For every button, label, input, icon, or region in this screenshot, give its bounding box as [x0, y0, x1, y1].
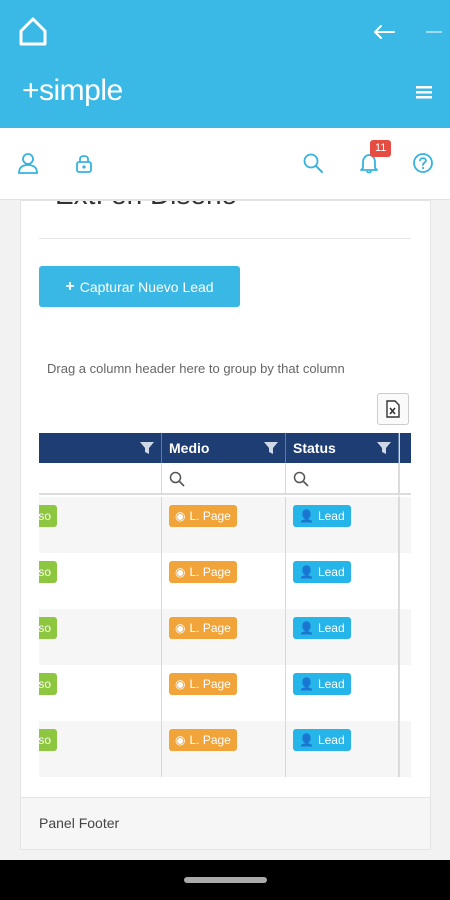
capture-new-lead-button[interactable]: + Capturar Nuevo Lead	[39, 266, 240, 307]
status-badge: 👤 Lead	[293, 505, 351, 527]
app-top-bar	[0, 0, 450, 62]
brand-bar: +simple	[0, 62, 450, 128]
search-icon[interactable]	[302, 152, 324, 174]
lock-icon[interactable]	[73, 152, 95, 174]
panel-footer: Panel Footer	[21, 797, 430, 849]
app-logo: +simple	[22, 74, 123, 107]
system-nav-bar	[0, 860, 450, 900]
grid-header: Medio Status	[39, 433, 411, 463]
search-icon	[293, 471, 309, 487]
filter-cell-source[interactable]	[39, 463, 162, 495]
column-header-medio[interactable]: Medio	[162, 433, 286, 463]
search-icon	[169, 471, 185, 487]
funnel-icon[interactable]	[376, 440, 392, 456]
column-header-source[interactable]	[39, 433, 162, 463]
home-icon[interactable]	[16, 14, 50, 48]
excel-export-icon	[386, 400, 400, 418]
user-icon: 👤	[299, 565, 314, 579]
group-by-hint: Drag a column header here to group by th…	[47, 361, 345, 376]
help-icon[interactable]	[412, 152, 434, 174]
user-icon: 👤	[299, 677, 314, 691]
user-icon: 👤	[299, 621, 314, 635]
user-icon[interactable]	[17, 152, 39, 174]
user-icon: 👤	[299, 509, 314, 523]
table-row[interactable]: so ◉ L. Page 👤 Lead	[39, 497, 411, 553]
status-badge: 👤 Lead	[293, 729, 351, 751]
leads-grid: Medio Status so ◉ L. Page 👤 Lead so ◉ L.…	[39, 433, 411, 777]
table-row[interactable]: so ◉ L. Page 👤 Lead	[39, 553, 411, 609]
target-icon: ◉	[175, 565, 186, 579]
page-title: Ext. en Diseño	[55, 201, 237, 211]
source-badge: so	[39, 505, 57, 527]
filter-cell-status[interactable]	[286, 463, 399, 495]
medio-badge: ◉ L. Page	[169, 729, 237, 751]
export-excel-button[interactable]	[377, 393, 409, 425]
status-badge: 👤 Lead	[293, 617, 351, 639]
arrow-left-icon[interactable]	[372, 22, 396, 42]
medio-badge: ◉ L. Page	[169, 561, 237, 583]
filter-row	[39, 463, 411, 495]
grid-scroll-column[interactable]	[399, 433, 411, 777]
source-badge: so	[39, 729, 57, 751]
source-badge: so	[39, 673, 57, 695]
medio-badge: ◉ L. Page	[169, 505, 237, 527]
notification-badge: 11	[370, 140, 392, 157]
medio-badge: ◉ L. Page	[169, 673, 237, 695]
forward-icon[interactable]	[424, 22, 444, 42]
medio-badge: ◉ L. Page	[169, 617, 237, 639]
panel-footer-text: Panel Footer	[39, 815, 120, 831]
table-row[interactable]: so ◉ L. Page 👤 Lead	[39, 721, 411, 777]
table-row[interactable]: so ◉ L. Page 👤 Lead	[39, 665, 411, 721]
source-badge: so	[39, 617, 57, 639]
divider	[39, 238, 411, 239]
leads-panel: Ext. en Diseño + Capturar Nuevo Lead Dra…	[20, 200, 431, 850]
hamburger-icon[interactable]	[414, 82, 434, 102]
home-gesture-handle[interactable]	[184, 877, 267, 883]
icon-toolbar	[0, 128, 450, 200]
funnel-icon[interactable]	[139, 440, 155, 456]
target-icon: ◉	[175, 621, 186, 635]
filter-cell-medio[interactable]	[162, 463, 286, 495]
table-row[interactable]: so ◉ L. Page 👤 Lead	[39, 609, 411, 665]
target-icon: ◉	[175, 509, 186, 523]
capture-new-lead-label: Capturar Nuevo Lead	[79, 278, 214, 295]
column-header-status[interactable]: Status	[286, 433, 399, 463]
user-icon: 👤	[299, 733, 314, 747]
target-icon: ◉	[175, 733, 186, 747]
source-badge: so	[39, 561, 57, 583]
status-badge: 👤 Lead	[293, 561, 351, 583]
status-badge: 👤 Lead	[293, 673, 351, 695]
target-icon: ◉	[175, 677, 186, 691]
funnel-icon[interactable]	[263, 440, 279, 456]
plus-icon: +	[65, 277, 75, 295]
